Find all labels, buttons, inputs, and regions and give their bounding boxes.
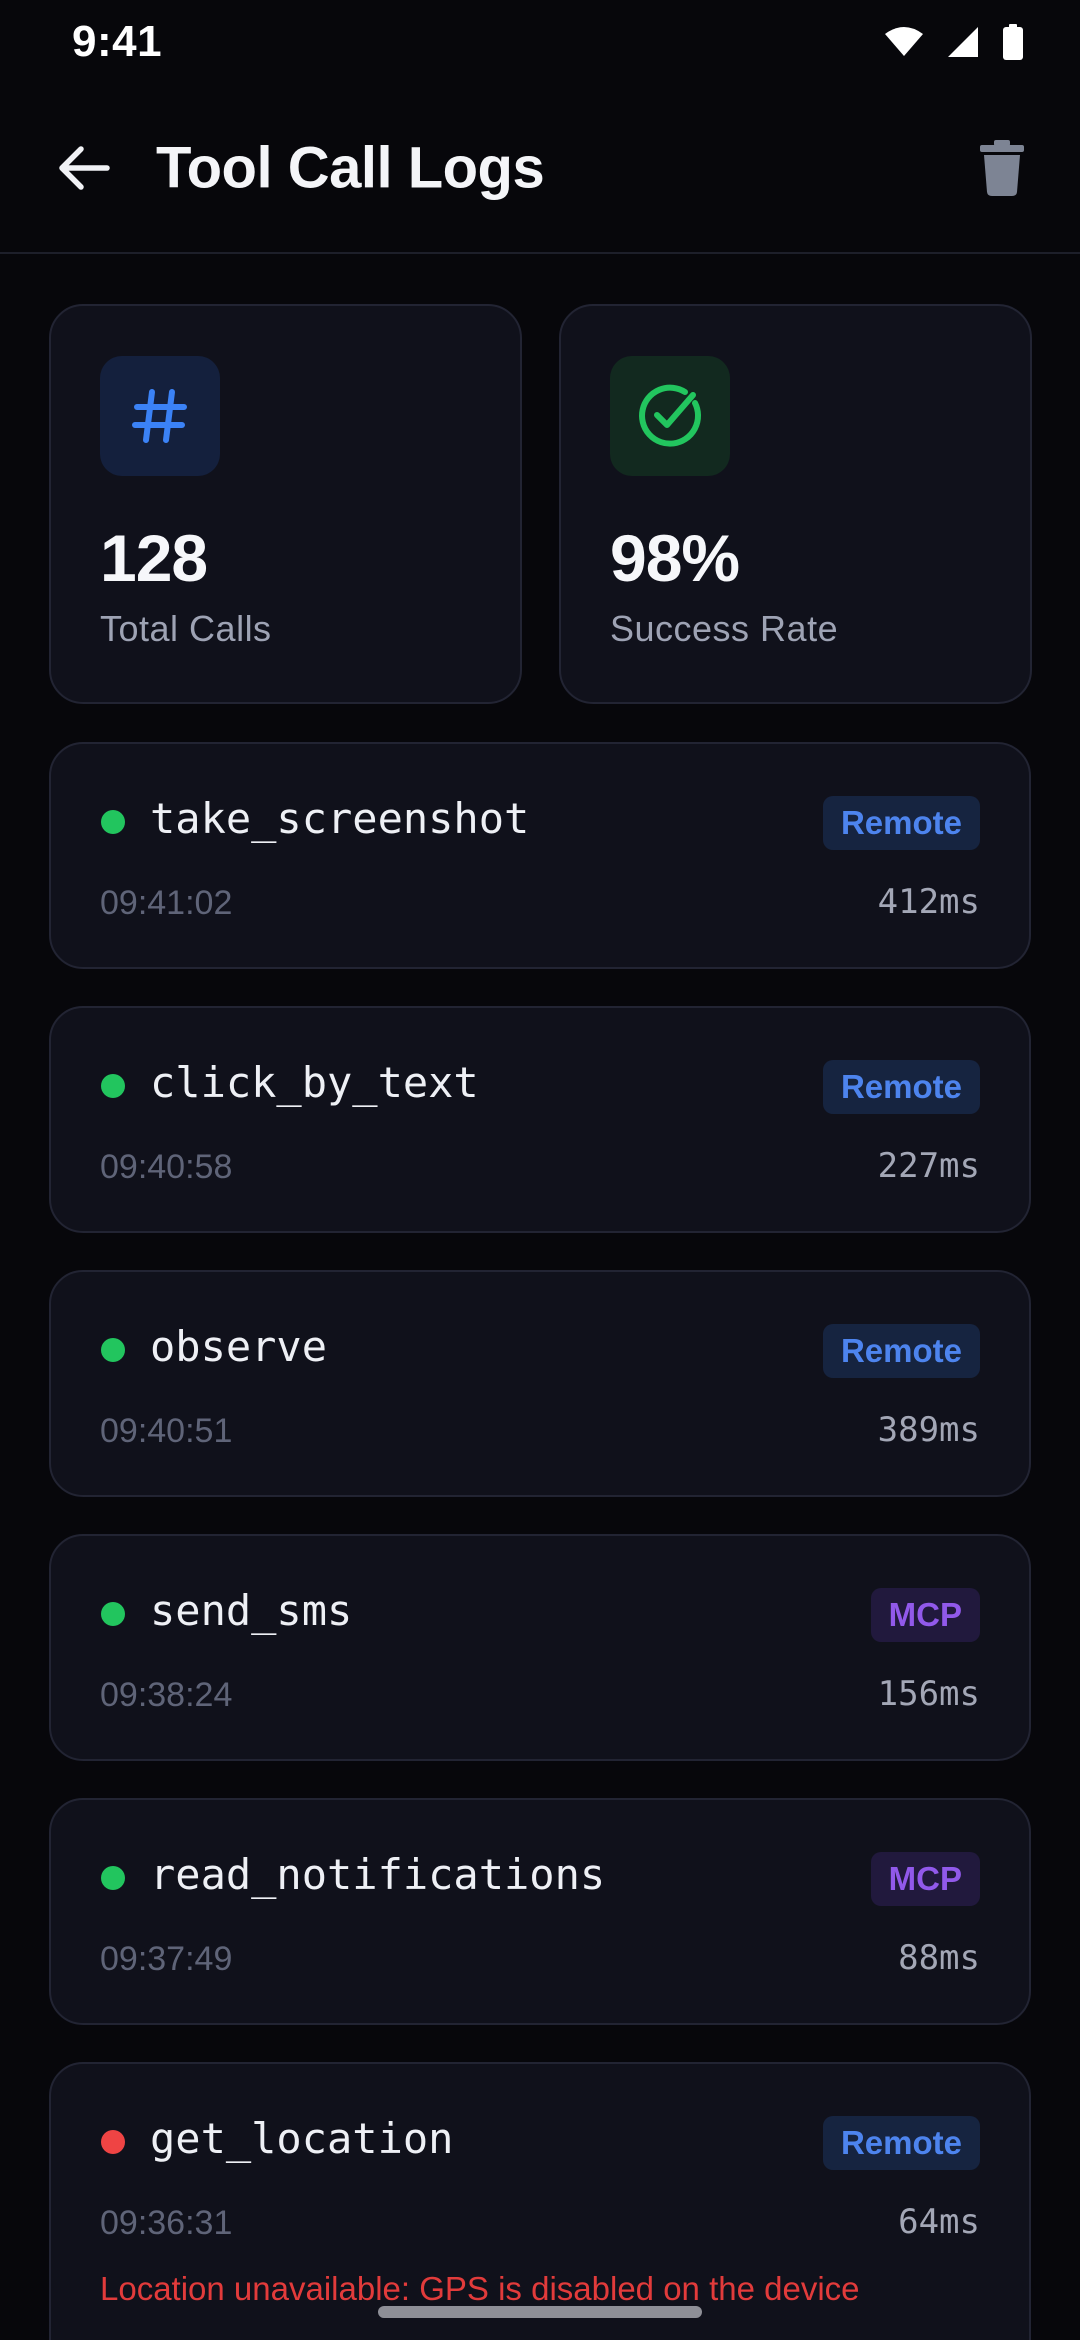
success-status-dot — [101, 810, 125, 834]
source-badge: MCP — [870, 1588, 980, 1642]
wifi-icon — [884, 26, 924, 58]
screen: 9:41 Tool Call Logs 128 Total Calls 98% … — [0, 0, 1080, 2340]
log-item-observe[interactable]: observe Remote 09:40:51 389ms — [49, 1270, 1031, 1497]
tool-name: get_location — [150, 2114, 454, 2163]
source-badge: Remote — [822, 1060, 980, 1114]
success-rate-card: 98% Success Rate — [559, 304, 1032, 704]
log-item-send-sms[interactable]: send_sms MCP 09:38:24 156ms — [49, 1534, 1031, 1761]
delete-button[interactable] — [964, 130, 1040, 206]
log-item-read-notifications[interactable]: read_notifications MCP 09:37:49 88ms — [49, 1798, 1031, 2025]
duration: 227ms — [877, 1146, 980, 1186]
tool-name: observe — [150, 1322, 328, 1371]
success-status-dot — [101, 1074, 125, 1098]
total-calls-card: 128 Total Calls — [49, 304, 522, 704]
timestamp: 09:40:58 — [100, 1148, 233, 1186]
timestamp: 09:38:24 — [100, 1676, 233, 1714]
error-message: Location unavailable: GPS is disabled on… — [100, 2270, 860, 2307]
success-status-dot — [101, 1866, 125, 1890]
app-bar: Tool Call Logs — [0, 84, 1080, 254]
log-item-get-location[interactable]: get_location Remote 09:36:31 64ms Locati… — [49, 2062, 1031, 2340]
tool-name: read_notifications — [150, 1850, 606, 1899]
hash-icon — [132, 389, 187, 443]
status-icons — [884, 24, 1024, 60]
back-button[interactable] — [52, 136, 116, 200]
duration: 88ms — [898, 1938, 980, 1978]
timestamp: 09:41:02 — [100, 884, 233, 922]
error-status-dot — [101, 2130, 125, 2154]
duration: 389ms — [877, 1410, 980, 1450]
source-badge: Remote — [822, 796, 980, 850]
source-badge: Remote — [822, 1324, 980, 1378]
home-indicator[interactable] — [378, 2306, 702, 2318]
success-rate-label: Success Rate — [610, 608, 839, 649]
battery-icon — [1002, 24, 1024, 60]
status-time: 9:41 — [72, 17, 163, 66]
page-title: Tool Call Logs — [156, 135, 545, 201]
total-calls-icon-box — [100, 356, 220, 476]
status-bar: 9:41 — [0, 0, 1080, 84]
success-rate-icon-box — [610, 356, 730, 476]
source-badge: MCP — [870, 1852, 980, 1906]
log-item-click-by-text[interactable]: click_by_text Remote 09:40:58 227ms — [49, 1006, 1031, 1233]
source-badge: Remote — [822, 2116, 980, 2170]
trash-icon — [980, 140, 1024, 196]
tool-name: take_screenshot — [150, 794, 530, 843]
timestamp: 09:37:49 — [100, 1940, 233, 1978]
tool-name: click_by_text — [150, 1058, 479, 1107]
timestamp: 09:36:31 — [100, 2204, 233, 2242]
cellular-signal-icon — [946, 25, 980, 59]
timestamp: 09:40:51 — [100, 1412, 233, 1450]
log-item-take-screenshot[interactable]: take_screenshot Remote 09:41:02 412ms — [49, 742, 1031, 969]
duration: 412ms — [877, 882, 980, 922]
duration: 64ms — [898, 2202, 980, 2242]
success-status-dot — [101, 1338, 125, 1362]
check-circle-icon — [639, 384, 702, 447]
total-calls-label: Total Calls — [100, 608, 272, 649]
arrow-left-icon — [59, 146, 110, 190]
success-rate-value: 98% — [610, 521, 740, 595]
duration: 156ms — [877, 1674, 980, 1714]
tool-name: send_sms — [150, 1586, 353, 1635]
success-status-dot — [101, 1602, 125, 1626]
total-calls-value: 128 — [100, 521, 208, 595]
